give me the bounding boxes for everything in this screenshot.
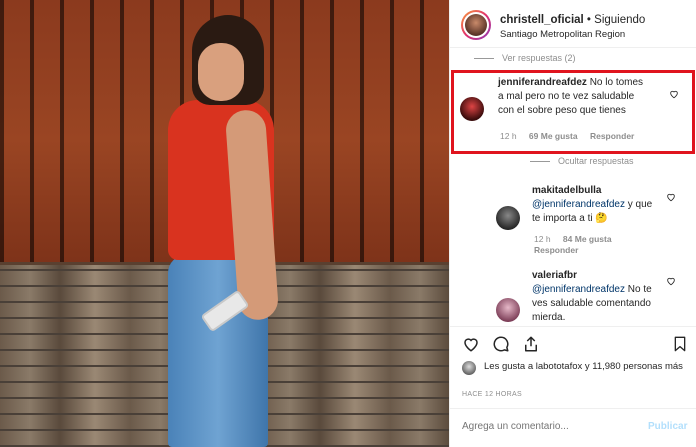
action-bar (450, 326, 696, 362)
reply-button[interactable]: Responder (590, 131, 634, 141)
avatar[interactable] (460, 97, 484, 121)
avatar[interactable] (496, 206, 520, 230)
location-link[interactable]: Santiago Metropolitan Region (500, 29, 625, 40)
reply-meta: 12 h 84 Me gusta (534, 234, 612, 244)
likes-count[interactable]: 84 Me gusta (563, 234, 612, 244)
bookmark-icon[interactable] (672, 335, 688, 353)
reply-text: valeriafbr @jenniferandreafdez No te ves… (532, 269, 662, 325)
comment-username[interactable]: makitadelbulla (532, 184, 662, 198)
post-timestamp: HACE 12 HORAS (462, 391, 522, 398)
highlight-box: jenniferandreafdez No lo tomes a mal per… (451, 70, 695, 154)
mention-link[interactable]: @jenniferandreafdez (532, 284, 625, 295)
reply-button[interactable]: Responder (534, 245, 578, 255)
avatar[interactable] (496, 298, 520, 322)
post-photo[interactable] (0, 0, 449, 447)
mention-link[interactable]: @jenniferandreafdez (532, 199, 625, 210)
heart-icon[interactable] (666, 276, 676, 286)
post-panel: christell_oficial • Siguiendo Santiago M… (449, 0, 696, 447)
heart-icon[interactable] (666, 192, 676, 202)
username-link[interactable]: christell_oficial (500, 14, 584, 26)
follow-status[interactable]: Siguiendo (594, 14, 645, 26)
comment-text: jenniferandreafdez No lo tomes a mal per… (498, 77, 644, 116)
view-replies-button[interactable]: Ver respuestas (2) (474, 53, 576, 63)
comment-meta: 12 h 69 Me gusta Responder (500, 131, 635, 141)
post-header: christell_oficial • Siguiendo Santiago M… (450, 0, 696, 48)
share-icon[interactable] (522, 335, 540, 353)
heart-icon[interactable] (462, 335, 480, 353)
comment-username[interactable]: jenniferandreafdez (498, 77, 587, 88)
likes-count[interactable]: 69 Me gusta (529, 131, 578, 141)
hide-replies-button[interactable]: Ocultar respuestas (530, 156, 634, 166)
heart-icon[interactable] (669, 89, 679, 99)
comment-input[interactable] (462, 421, 637, 432)
comment-username[interactable]: valeriafbr (532, 269, 662, 283)
publish-button[interactable]: Publicar (648, 421, 687, 432)
person-figure (150, 15, 290, 447)
avatar[interactable] (462, 361, 476, 375)
add-comment-bar: Publicar (450, 408, 696, 447)
comments-list: Ver respuestas (2) jenniferandreafdez No… (450, 48, 696, 326)
avatar[interactable] (461, 10, 491, 40)
reply-text: makitadelbulla @jenniferandreafdez y que… (532, 184, 662, 226)
comment-icon[interactable] (492, 335, 510, 353)
